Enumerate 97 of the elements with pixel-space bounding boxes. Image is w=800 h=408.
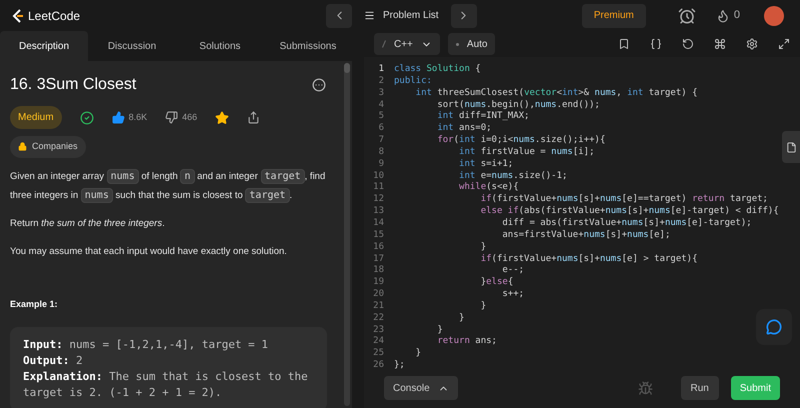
line-number: 2 [378, 76, 384, 88]
line-number: 25 [373, 348, 384, 360]
line-number: 4 [378, 100, 384, 112]
share-icon[interactable] [247, 111, 260, 124]
difficulty-badge: Medium [10, 106, 62, 129]
description-text: You may assume that each input would have exactly one solution. [10, 244, 288, 258]
code-line: else if(abs(firstValue+nums[s]+nums[e]-target) < diff){ [480, 206, 779, 218]
menu-icon [364, 10, 375, 21]
code-line: int diff=INT_MAX; [436, 111, 530, 123]
description-text: Return the sum of the three integers. [10, 216, 166, 230]
code-line: sort(nums.begin(),nums.end()); [436, 100, 600, 111]
code-line: }; [394, 360, 405, 372]
line-number: 26 [373, 360, 384, 372]
tab[interactable]: Submissions [264, 31, 352, 61]
problem-title: 16. 3Sum Closest [10, 75, 136, 95]
timer-icon[interactable] [678, 6, 696, 24]
command-icon[interactable] [714, 38, 726, 50]
code-line: while(s<e){ [458, 182, 519, 194]
code-line: for(int i=0;i<nums.size();i++){ [436, 135, 606, 147]
avatar[interactable] [764, 6, 784, 26]
thumbs-up-icon [112, 111, 125, 124]
like-button[interactable]: 8.6K [112, 110, 148, 124]
code-line: int s=i+1; [458, 158, 514, 171]
expand-icon[interactable] [778, 38, 790, 50]
line-number: 15 [373, 230, 384, 242]
line-number: 13 [373, 206, 384, 218]
line-number: 22 [373, 312, 384, 325]
line-number: 19 [373, 277, 384, 289]
code-line: } [436, 324, 443, 336]
premium-button[interactable]: Premium [582, 4, 646, 28]
chat-icon [766, 319, 782, 335]
code-line: } [414, 348, 422, 360]
thumbs-down-icon [165, 111, 178, 124]
line-number: 14 [373, 218, 384, 230]
code-line: class Solution { [394, 64, 481, 76]
star-icon[interactable] [215, 110, 230, 124]
line-number: 17 [373, 254, 384, 265]
code-line: ans=firstValue+nums[s]+nums[e]; [501, 230, 670, 242]
code-line: }else{ [480, 277, 514, 290]
reset-icon[interactable] [682, 38, 694, 50]
line-number: 3 [378, 88, 384, 100]
code-line: return ans; [436, 336, 497, 348]
console-button[interactable]: Console [384, 376, 458, 400]
code-line: int e=nums.size()-1; [458, 170, 568, 182]
line-number: 1 [378, 64, 384, 76]
line-number: 9 [378, 158, 384, 171]
more-icon[interactable] [312, 78, 326, 92]
tab[interactable]: Discussion [88, 31, 176, 61]
code-line: s++; [501, 289, 524, 301]
description-text: Given an integer array nums of length n and an integer target , find three integers in nums such that the sum is closest to target . [10, 168, 326, 204]
auto-mode-button[interactable]: Auto [448, 33, 496, 55]
line-number: 6 [378, 123, 384, 136]
code-line: if(firstValue+nums[s]+nums[e] > target){ [480, 254, 698, 266]
line-number: 10 [373, 170, 384, 182]
assistant-button[interactable] [756, 309, 792, 345]
code-line: } [458, 312, 464, 325]
example-title: Example 1: [10, 298, 59, 311]
line-number: 20 [373, 289, 384, 301]
tab[interactable]: Description [0, 31, 88, 61]
code-line: diff = abs(firstValue+nums[s]+nums[e]-target); [501, 218, 752, 230]
language-dropdown[interactable]: C++ [374, 33, 440, 55]
lock-icon [18, 142, 27, 152]
code-line: } [480, 300, 486, 313]
bookmark-icon[interactable] [618, 38, 630, 50]
file-icon [786, 142, 796, 152]
line-number: 7 [378, 135, 384, 147]
companies-button[interactable]: Companies [10, 136, 86, 158]
code-line: if(firstValue+nums[s]+nums[e]==target) return target; [480, 194, 768, 206]
logo-text: LeetCode [28, 8, 80, 24]
line-number: 8 [378, 146, 384, 159]
code-line: int ans=0; [436, 123, 492, 135]
flame-icon [716, 8, 730, 22]
run-button[interactable]: Run [680, 376, 719, 400]
code-line: } [480, 242, 486, 254]
logo-icon [12, 8, 24, 22]
line-number: 11 [373, 182, 384, 194]
line-number: 12 [373, 194, 384, 206]
code-line: int firstValue = nums[i]; [458, 146, 595, 159]
scrollbar[interactable] [344, 63, 350, 406]
code-line: int threeSumClosest(vector<int>& nums, int target) { [414, 88, 698, 100]
dislike-button[interactable]: 466 [165, 110, 198, 124]
line-number: 16 [373, 242, 384, 254]
example-box: Input: nums = [-1,2,1,-4], target = 1 Output: 2 Explanation: The sum that is closest to the target is 2. (-1 + 2 + 1 = 2). [10, 327, 327, 408]
streak-button[interactable]: 0 [716, 7, 740, 24]
file-tab[interactable] [782, 131, 800, 163]
line-number: 18 [373, 265, 384, 277]
slash-icon [382, 40, 386, 48]
line-number: 23 [373, 324, 384, 336]
braces-icon[interactable] [650, 38, 662, 50]
settings-icon[interactable] [746, 38, 758, 50]
line-number: 5 [378, 111, 384, 123]
line-number: 21 [373, 300, 384, 313]
line-number: 24 [373, 336, 384, 348]
problem-list-button[interactable]: Problem List [352, 8, 451, 23]
code-line: e--; [501, 265, 524, 277]
code-line: public: [394, 76, 432, 88]
tab[interactable]: Solutions [176, 31, 264, 61]
